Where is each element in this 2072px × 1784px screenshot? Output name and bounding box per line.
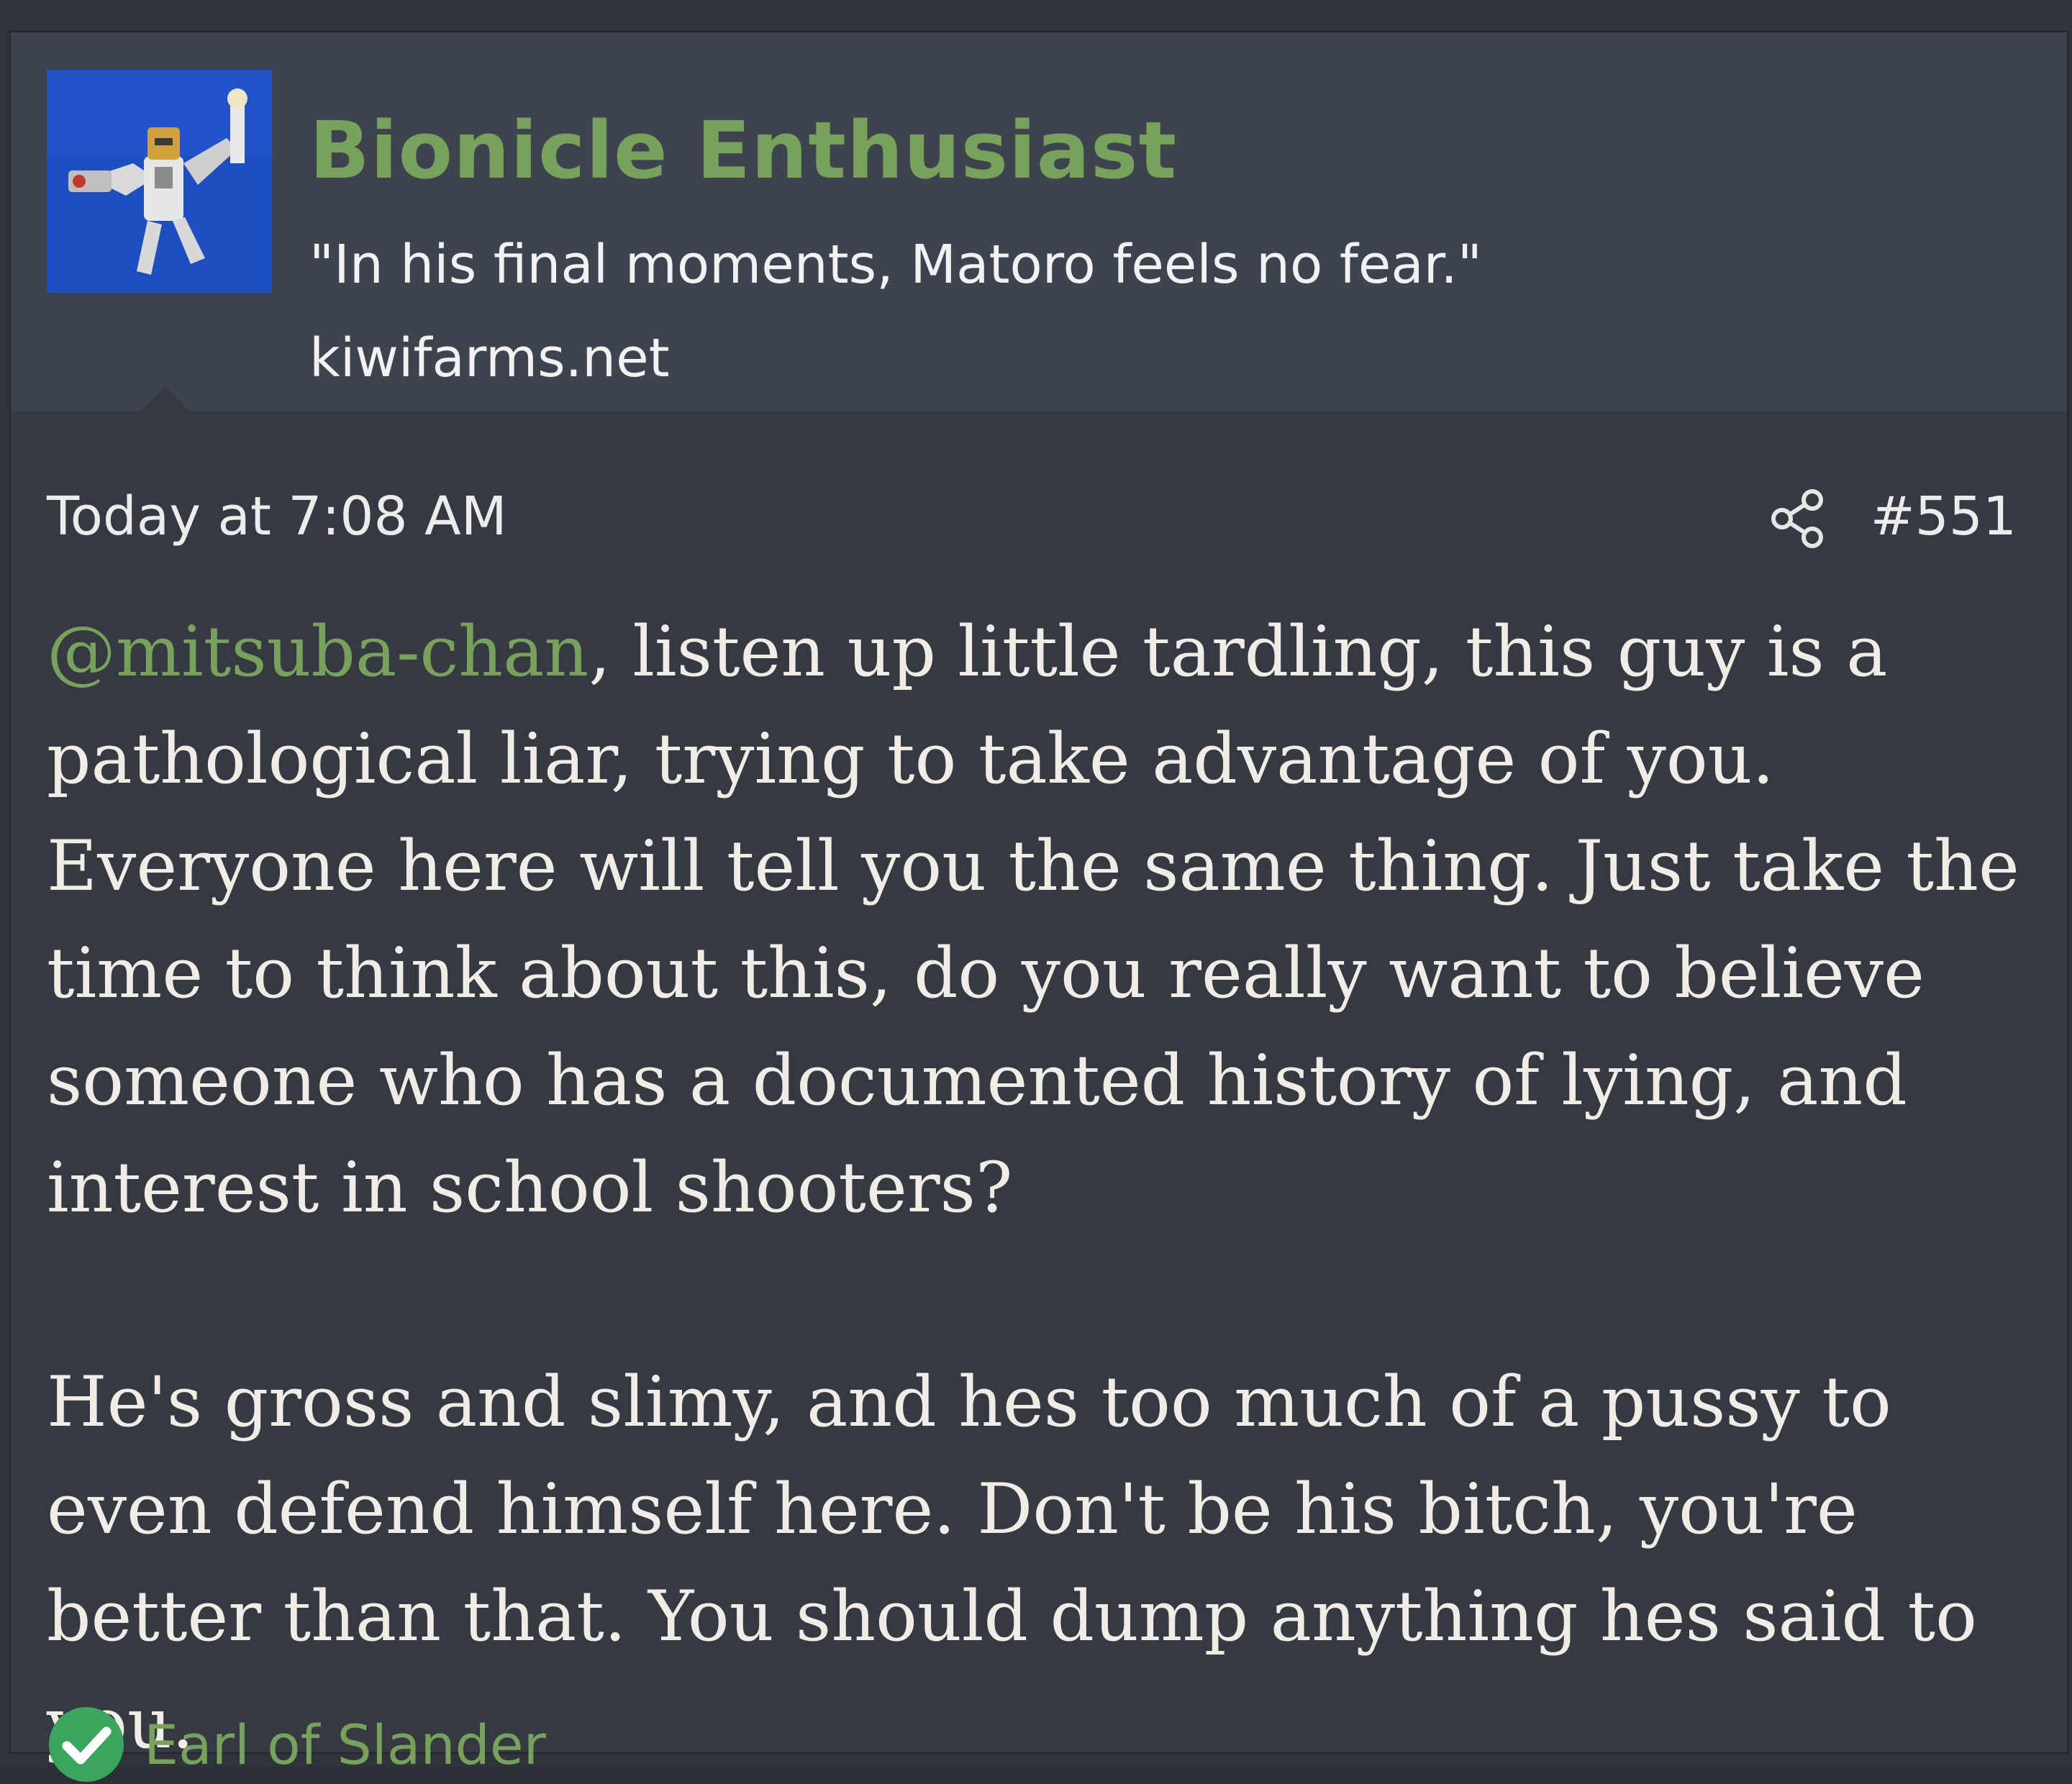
user-mention-link[interactable]: @mitsuba-chan bbox=[47, 611, 589, 692]
reaction-summary[interactable]: Earl of Slander bbox=[47, 1705, 546, 1784]
header-pointer bbox=[140, 387, 189, 411]
user-title: "In his final moments, Matoro feels no f… bbox=[309, 234, 1482, 296]
username[interactable]: Bionicle Enthusiast bbox=[309, 104, 1177, 196]
forum-post: Bionicle Enthusiast "In his final moment… bbox=[9, 31, 2068, 1782]
share-icon[interactable] bbox=[1766, 486, 1831, 550]
post-message: @mitsuba-chan, listen up little tardling… bbox=[47, 599, 2040, 1778]
post-number-link[interactable]: #551 bbox=[1871, 486, 2017, 547]
message-paragraph: @mitsuba-chan, listen up little tardling… bbox=[47, 599, 2040, 1242]
check-circle-icon bbox=[49, 1707, 124, 1782]
post-timestamp[interactable]: Today at 7:08 AM bbox=[47, 486, 507, 547]
user-avatar[interactable] bbox=[47, 70, 272, 293]
user-site: kiwifarms.net bbox=[309, 327, 670, 389]
bionicle-figure-avatar-icon bbox=[47, 70, 272, 293]
page-background: Bionicle Enthusiast "In his final moment… bbox=[0, 0, 2072, 1782]
message-text: , listen up little tardling, this guy is… bbox=[47, 611, 2019, 1228]
post-user-header: Bionicle Enthusiast "In his final moment… bbox=[11, 32, 2067, 411]
reaction-label[interactable]: Earl of Slander bbox=[144, 1713, 546, 1777]
